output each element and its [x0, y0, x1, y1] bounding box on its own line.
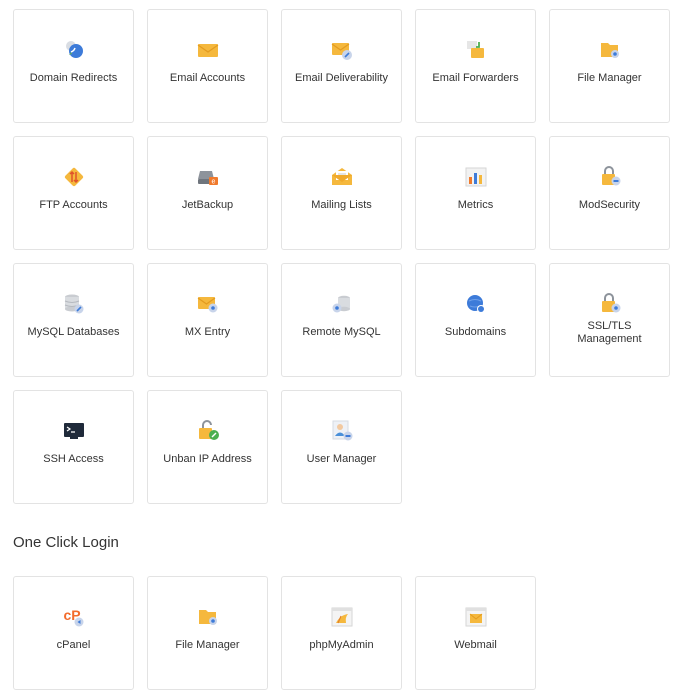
- tool-mailing-lists[interactable]: Mailing Lists: [281, 136, 402, 250]
- database-icon: [62, 292, 86, 316]
- tool-label: MX Entry: [184, 326, 231, 338]
- lock-shield-icon: [598, 165, 622, 189]
- tool-ftp-accounts[interactable]: FTP Accounts: [13, 136, 134, 250]
- phpmyadmin-icon: [330, 605, 354, 629]
- tool-label: Unban IP Address: [163, 453, 252, 465]
- tool-label: User Manager: [306, 453, 377, 465]
- user-manager-icon: [330, 419, 354, 443]
- remote-database-icon: [330, 292, 354, 316]
- tool-jetbackup[interactable]: e JetBackup: [147, 136, 268, 250]
- login-file-manager[interactable]: File Manager: [147, 576, 268, 690]
- tool-label: FTP Accounts: [39, 199, 108, 211]
- tool-label: JetBackup: [181, 199, 234, 211]
- tool-label: Remote MySQL: [302, 326, 381, 338]
- webmail-icon: [464, 605, 488, 629]
- envelope-gear-icon: [196, 292, 220, 316]
- login-label: cPanel: [56, 639, 91, 651]
- tool-label: Metrics: [457, 199, 494, 211]
- ftp-transfer-icon: [62, 165, 86, 189]
- globe-icon: [464, 292, 488, 316]
- tool-email-accounts[interactable]: Email Accounts: [147, 9, 268, 123]
- tool-label: Subdomains: [444, 326, 507, 338]
- cpanel-logo-icon: cP: [62, 605, 86, 629]
- unban-lock-icon: [196, 419, 220, 443]
- tool-unban-ip-address[interactable]: Unban IP Address: [147, 390, 268, 504]
- folder-icon: [598, 38, 622, 62]
- tool-label: File Manager: [577, 72, 642, 84]
- login-label: phpMyAdmin: [309, 639, 374, 651]
- ssl-lock-icon: [598, 292, 622, 316]
- envelope-icon: [196, 38, 220, 62]
- tool-email-deliverability[interactable]: Email Deliverability: [281, 9, 402, 123]
- envelope-forward-icon: [464, 38, 488, 62]
- tool-label: Email Accounts: [169, 72, 246, 84]
- tool-label: Mailing Lists: [311, 199, 372, 211]
- login-webmail[interactable]: Webmail: [415, 576, 536, 690]
- login-label: Webmail: [454, 639, 497, 651]
- tool-label: ModSecurity: [578, 199, 641, 211]
- folder-icon: [196, 605, 220, 629]
- terminal-icon: [62, 419, 86, 443]
- tool-mysql-databases[interactable]: MySQL Databases: [13, 263, 134, 377]
- backup-drive-icon: e: [196, 165, 220, 189]
- svg-text:e: e: [211, 179, 215, 186]
- bar-chart-icon: [464, 165, 488, 189]
- login-phpmyadmin[interactable]: phpMyAdmin: [281, 576, 402, 690]
- tool-label: SSH Access: [43, 453, 104, 465]
- tool-mx-entry[interactable]: MX Entry: [147, 263, 268, 377]
- login-cpanel[interactable]: cP cPanel: [13, 576, 134, 690]
- tool-user-manager[interactable]: User Manager: [281, 390, 402, 504]
- tool-file-manager[interactable]: File Manager: [549, 9, 670, 123]
- tool-label: SSL/TLS Management: [577, 320, 642, 345]
- tool-metrics[interactable]: Metrics: [415, 136, 536, 250]
- one-click-login-title: One Click Login: [13, 534, 119, 551]
- envelope-key-icon: [330, 38, 354, 62]
- login-label: File Manager: [175, 639, 240, 651]
- tool-subdomains[interactable]: Subdomains: [415, 263, 536, 377]
- tool-domain-redirects[interactable]: Domain Redirects: [13, 9, 134, 123]
- tool-modsecurity[interactable]: ModSecurity: [549, 136, 670, 250]
- tool-label: MySQL Databases: [27, 326, 120, 338]
- tool-email-forwarders[interactable]: Email Forwarders: [415, 9, 536, 123]
- globe-redirect-icon: [62, 38, 86, 62]
- tool-remote-mysql[interactable]: Remote MySQL: [281, 263, 402, 377]
- open-envelope-icon: [330, 165, 354, 189]
- tool-label: Email Forwarders: [432, 72, 519, 84]
- tool-label: Email Deliverability: [295, 72, 388, 84]
- tool-ssh-access[interactable]: SSH Access: [13, 390, 134, 504]
- tool-label: Domain Redirects: [29, 72, 118, 84]
- tool-ssl-tls-management[interactable]: SSL/TLS Management: [549, 263, 670, 377]
